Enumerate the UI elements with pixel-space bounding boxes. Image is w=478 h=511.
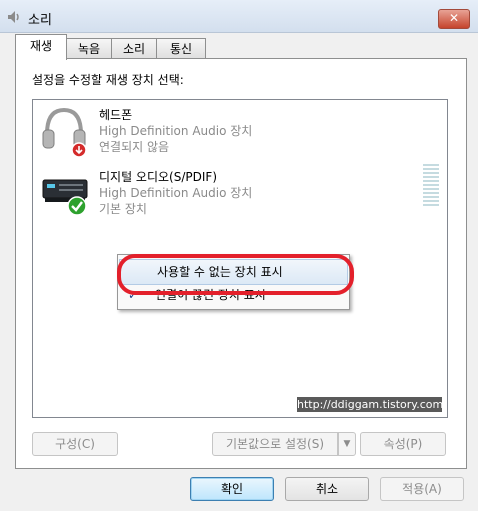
set-default-button[interactable]: 기본값으로 설정(S) bbox=[212, 432, 338, 456]
default-check-badge-icon bbox=[67, 196, 87, 216]
device-driver: High Definition Audio 장치 bbox=[99, 124, 253, 138]
configure-button[interactable]: 구성(C) bbox=[32, 432, 118, 456]
menu-item-label: 연결이 끊긴 장치 표시 bbox=[155, 288, 266, 302]
tab-playback[interactable]: 재생 bbox=[15, 34, 67, 60]
menu-item-show-disconnected[interactable]: ✓ 연결이 끊긴 장치 표시 bbox=[118, 283, 349, 307]
menu-item-label: 사용할 수 없는 장치 표시 bbox=[157, 265, 283, 279]
instruction-label: 설정을 수정할 재생 장치 선택: bbox=[32, 73, 184, 87]
tab-communications[interactable]: 통신 bbox=[156, 38, 206, 59]
speaker-icon bbox=[8, 11, 19, 23]
properties-button[interactable]: 속성(P) bbox=[360, 432, 446, 456]
window-title: 소리 bbox=[28, 13, 52, 28]
context-menu: 사용할 수 없는 장치 표시 ✓ 연결이 끊긴 장치 표시 bbox=[117, 254, 350, 310]
level-meter bbox=[423, 164, 439, 208]
device-name: 헤드폰 bbox=[99, 108, 133, 122]
menu-item-show-disabled[interactable]: 사용할 수 없는 장치 표시 bbox=[119, 259, 348, 285]
disconnected-badge-icon bbox=[71, 142, 87, 158]
watermark: http://ddiggam.tistory.com bbox=[297, 397, 444, 412]
device-status: 기본 장치 bbox=[99, 202, 147, 216]
tab-sounds[interactable]: 소리 bbox=[111, 38, 157, 59]
title-bar: 소리 ✕ bbox=[0, 0, 478, 33]
checkmark-icon: ✓ bbox=[128, 288, 139, 302]
device-name: 디지털 오디오(S/PDIF) bbox=[99, 170, 217, 184]
cancel-button[interactable]: 취소 bbox=[285, 477, 369, 501]
ok-button[interactable]: 확인 bbox=[190, 477, 274, 501]
device-driver: High Definition Audio 장치 bbox=[99, 186, 253, 200]
apply-button[interactable]: 적용(A) bbox=[380, 477, 464, 501]
tab-recording[interactable]: 녹음 bbox=[66, 38, 112, 59]
device-status: 연결되지 않음 bbox=[99, 140, 170, 154]
close-button[interactable]: ✕ bbox=[438, 9, 470, 29]
chevron-down-icon[interactable]: ▼ bbox=[338, 432, 356, 456]
